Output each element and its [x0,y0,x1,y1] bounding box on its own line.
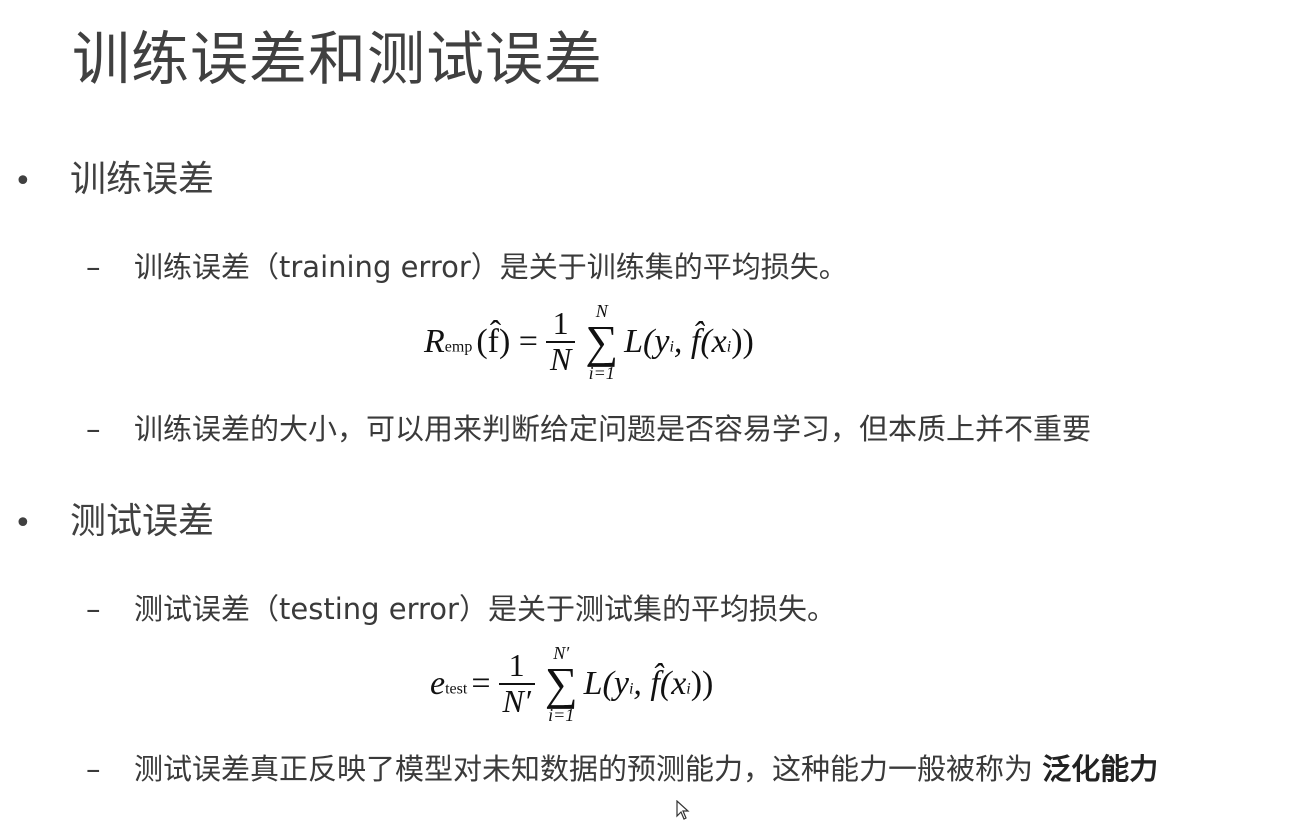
formula-lhs: R [424,322,445,360]
formula-lhs: e [430,664,446,702]
formula-body3: )) [731,322,754,360]
dash-marker: – [86,412,101,446]
dash-marker: – [86,250,101,284]
sum-lower: i=1 [588,362,615,383]
sub-item-text: 训练误差（training error）是关于训练集的平均损失。 [134,250,848,284]
dash-marker: – [86,752,101,786]
sub-item-training-importance: – 训练误差的大小，可以用来判断给定问题是否容易学习，但本质上并不重要 [86,412,1091,447]
dash-marker: – [86,592,101,626]
formula-lhs-sub: emp [444,338,473,356]
sub-item-testing-definition: – 测试误差（testing error）是关于测试集的平均损失。 [86,592,836,627]
mouse-pointer-icon [676,800,690,820]
summation: N ∑ i=1 [585,302,618,382]
bullet-dot: • [14,163,32,199]
formula-body: L(y [583,664,629,702]
formula-fraction: 1 N [545,307,576,377]
sub-item-text: 测试误差真正反映了模型对未知数据的预测能力，这种能力一般被称为 [134,752,1043,786]
fraction-numerator: 1 [545,307,576,343]
formula-training-error: Remp (f̂) = 1 N N ∑ i=1 L(yi, f̂(xi)) [424,302,754,382]
formula-body2: , f̂(x [673,322,727,360]
sigma-icon: ∑ [544,658,578,709]
fraction-numerator: 1 [498,649,535,685]
bullet-label: 训练误差 [70,159,215,200]
summation: N′ ∑ i=1 [545,644,578,724]
bullet-training-error: • 训练误差 [14,160,214,200]
formula-body3: )) [690,664,714,702]
formula-lhs-sub: test [445,680,468,698]
formula-body2: , f̂(x [633,664,687,702]
sub-item-generalization: – 测试误差真正反映了模型对未知数据的预测能力，这种能力一般被称为 泛化能力 [86,752,1158,787]
formula-arg: (f̂) = [476,322,538,360]
sub-item-text: 训练误差的大小，可以用来判断给定问题是否容易学习，但本质上并不重要 [134,412,1092,446]
sigma-icon: ∑ [585,316,619,367]
formula-body: L(y [624,322,670,360]
sub-item-text: 测试误差（testing error）是关于测试集的平均损失。 [134,592,836,626]
formula-fraction: 1 N′ [498,649,535,719]
slide: 训练误差和测试误差 • 训练误差 – 训练误差（training error）是关于… [0,0,1315,822]
sub-item-training-definition: – 训练误差（training error）是关于训练集的平均损失。 [86,250,848,285]
sum-lower: i=1 [548,704,575,725]
slide-title: 训练误差和测试误差 [72,25,604,93]
fraction-denominator: N′ [502,682,531,719]
formula-arg: = [471,664,491,702]
bullet-label: 测试误差 [70,501,215,542]
bullet-dot: • [14,505,32,541]
fraction-denominator: N [549,340,572,377]
generalization-term: 泛化能力 [1042,752,1159,786]
formula-testing-error: etest = 1 N′ N′ ∑ i=1 L(yi, f̂(xi)) [430,644,713,724]
bullet-testing-error: • 测试误差 [14,502,214,542]
